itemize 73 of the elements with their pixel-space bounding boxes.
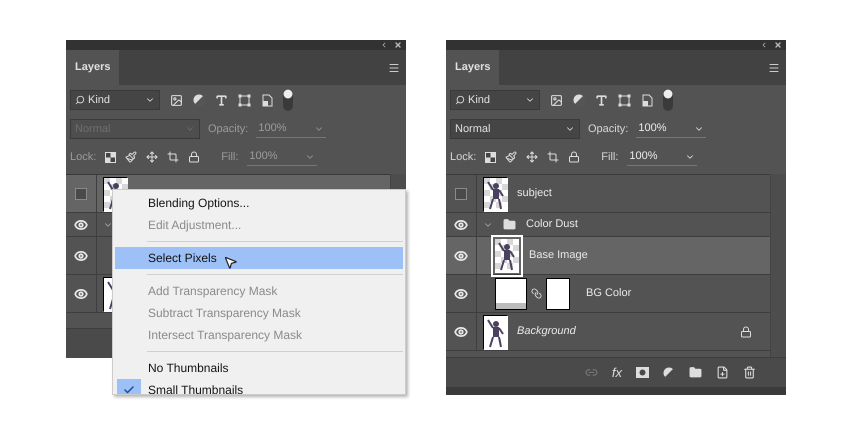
- menu-item[interactable]: No Thumbnails: [115, 357, 403, 379]
- move-icon[interactable]: [526, 151, 538, 163]
- layers-tab[interactable]: Layers: [446, 50, 500, 85]
- layer-row[interactable]: Background: [446, 313, 770, 351]
- search-icon: [75, 95, 85, 105]
- folder-icon: [503, 218, 516, 231]
- fill-label: Fill:: [601, 150, 618, 165]
- toggle-icon[interactable]: [283, 89, 293, 111]
- blend-mode-dropdown[interactable]: Normal: [450, 119, 580, 139]
- opacity-label: Opacity:: [208, 122, 248, 137]
- menu-item[interactable]: Blending Options...: [115, 192, 403, 214]
- smart-object-icon[interactable]: [261, 94, 273, 106]
- lock-label: Lock:: [70, 150, 96, 165]
- trash-icon[interactable]: [743, 366, 756, 379]
- eye-icon[interactable]: [454, 286, 468, 300]
- menu-item[interactable]: Small Thumbnails: [115, 379, 403, 394]
- opacity-label: Opacity:: [588, 122, 628, 137]
- type-filter-icon[interactable]: [215, 94, 228, 106]
- layer-row[interactable]: Color Dust: [446, 213, 770, 237]
- close-icon[interactable]: [394, 41, 402, 49]
- layer-row[interactable]: Base Image: [446, 237, 770, 275]
- half-circle-icon[interactable]: [573, 94, 585, 106]
- layer-name: Base Image: [529, 248, 588, 264]
- collapse-icon[interactable]: [760, 41, 768, 49]
- toggle-icon[interactable]: [663, 89, 673, 111]
- image-filter-icon[interactable]: [170, 94, 183, 106]
- layer-row[interactable]: BG Color: [446, 275, 770, 313]
- layer-name: Color Dust: [526, 217, 578, 232]
- visibility-box[interactable]: [455, 188, 467, 200]
- crop-icon[interactable]: [167, 151, 180, 163]
- kind-label: Kind: [468, 92, 492, 108]
- search-icon: [455, 95, 465, 105]
- brush-icon[interactable]: [125, 151, 138, 163]
- cursor-icon: [222, 254, 238, 270]
- eye-icon[interactable]: [454, 324, 468, 338]
- half-circle-icon[interactable]: [663, 366, 675, 378]
- layer-name: subject: [517, 186, 552, 202]
- opacity-field[interactable]: 100%: [636, 120, 706, 138]
- folder-icon[interactable]: [689, 366, 702, 379]
- transform-icon[interactable]: [238, 94, 251, 106]
- new-layer-icon[interactable]: [716, 366, 729, 379]
- menu-item[interactable]: Select Pixels: [115, 247, 403, 269]
- link-icon[interactable]: [531, 288, 542, 299]
- lock-icon[interactable]: [188, 151, 200, 163]
- lock-label: Lock:: [450, 150, 476, 165]
- brush-icon[interactable]: [505, 151, 518, 163]
- fill-label: Fill:: [221, 150, 238, 165]
- fx-button[interactable]: fx: [612, 362, 622, 382]
- lock-pixels-icon[interactable]: [105, 152, 116, 162]
- lock-icon[interactable]: [568, 151, 580, 163]
- layer-name: Background: [517, 324, 576, 340]
- crop-icon[interactable]: [547, 151, 560, 163]
- collapse-icon[interactable]: [380, 41, 388, 49]
- layer-row[interactable]: subject: [446, 175, 770, 213]
- type-filter-icon[interactable]: [595, 94, 608, 106]
- kind-label: Kind: [88, 92, 112, 108]
- eye-icon[interactable]: [454, 218, 468, 232]
- fill-thumbnail: [495, 278, 527, 310]
- move-icon[interactable]: [146, 151, 158, 163]
- layer-name: BG Color: [586, 286, 632, 302]
- half-circle-icon[interactable]: [193, 94, 205, 106]
- image-filter-icon[interactable]: [550, 94, 563, 106]
- kind-dropdown[interactable]: Kind: [450, 90, 540, 110]
- close-icon[interactable]: [774, 41, 782, 49]
- eye-icon[interactable]: [454, 248, 468, 262]
- mask-thumbnail: [546, 278, 570, 310]
- transform-icon[interactable]: [618, 94, 631, 106]
- fill-field[interactable]: 100%: [627, 148, 698, 166]
- mask-icon[interactable]: [636, 367, 649, 378]
- menu-icon[interactable]: [768, 62, 780, 74]
- smart-object-icon[interactable]: [641, 94, 653, 106]
- menu-icon[interactable]: [388, 62, 400, 74]
- lock-pixels-icon[interactable]: [485, 152, 496, 162]
